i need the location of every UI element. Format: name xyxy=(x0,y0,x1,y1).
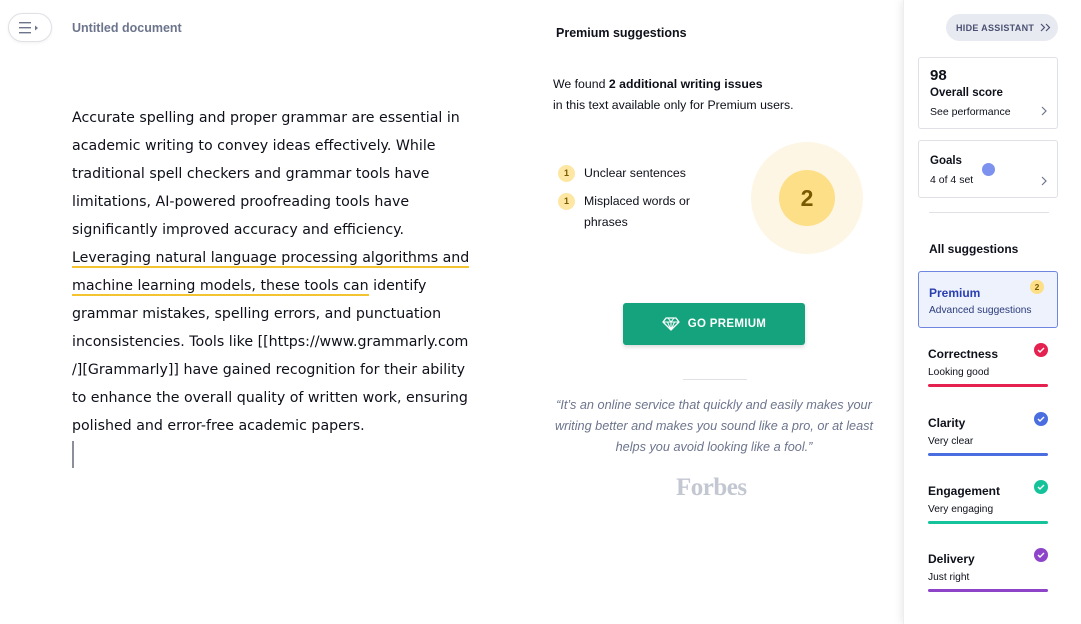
category-delivery[interactable]: Delivery Just right xyxy=(928,545,1048,595)
issue-label: Unclear sentences xyxy=(584,166,686,180)
all-suggestions-tab[interactable]: All suggestions xyxy=(929,242,1018,256)
issue-count-badge: 1 xyxy=(558,193,575,210)
hide-assistant-button[interactable]: HIDE ASSISTANT xyxy=(946,14,1058,41)
see-performance-link[interactable]: See performance xyxy=(930,106,1011,118)
checkmark-icon xyxy=(1034,343,1048,357)
category-correctness[interactable]: Correctness Looking good xyxy=(928,340,1048,390)
found-count: 2 additional writing issues xyxy=(608,77,763,91)
issue-label: Misplaced words or phrases xyxy=(584,194,690,229)
body-text-after: identify grammar mistakes, spelling erro… xyxy=(72,278,469,434)
category-status: Very engaging xyxy=(928,504,994,515)
issue-item: 1 Misplaced words or phrases xyxy=(558,191,718,233)
category-status: Looking good xyxy=(928,367,990,378)
premium-category-card[interactable]: Premium Advanced suggestions 2 xyxy=(918,271,1058,328)
category-progress-bar xyxy=(928,589,1048,592)
premium-count-badge: 2 xyxy=(1030,280,1044,294)
checkmark-icon xyxy=(1034,480,1048,494)
diamond-icon xyxy=(662,317,680,331)
goals-label: Goals xyxy=(930,155,962,167)
category-clarity[interactable]: Clarity Very clear xyxy=(928,409,1048,459)
category-name: Engagement xyxy=(928,484,1001,498)
premium-total-count: 2 xyxy=(779,170,835,226)
premium-total-circle: 2 xyxy=(751,142,863,254)
testimonial-quote: “It’s an online service that quickly and… xyxy=(554,398,874,454)
category-status: Just right xyxy=(928,572,970,583)
checkmark-icon xyxy=(1034,548,1048,562)
text-cursor xyxy=(72,441,74,468)
premium-suggestions-heading: Premium suggestions xyxy=(556,26,687,40)
goals-card[interactable]: Goals 4 of 4 set xyxy=(918,140,1058,198)
overall-score-label: Overall score xyxy=(930,87,1003,99)
sidebar-divider xyxy=(929,212,1049,213)
category-progress-bar xyxy=(928,453,1048,456)
hide-assistant-label: HIDE ASSISTANT xyxy=(956,22,1035,33)
overall-score-value: 98 xyxy=(930,67,947,84)
category-status: Very clear xyxy=(928,436,974,447)
chevron-right-icon xyxy=(1041,176,1047,186)
category-name: Delivery xyxy=(928,552,975,566)
highlighted-suggestion-line-1[interactable]: Leveraging natural language processing a… xyxy=(72,250,470,268)
forbes-logo: Forbes xyxy=(676,474,747,501)
issue-item: 1 Unclear sentences xyxy=(558,163,686,184)
premium-category-title: Premium xyxy=(929,286,981,300)
divider xyxy=(683,379,747,380)
chevron-right-icon xyxy=(1041,106,1047,116)
document-title[interactable]: Untitled document xyxy=(72,21,182,35)
found-pre: We found xyxy=(553,77,609,91)
go-premium-label: GO PREMIUM xyxy=(687,318,767,330)
double-chevron-right-icon xyxy=(1040,23,1051,32)
category-engagement[interactable]: Engagement Very engaging xyxy=(928,477,1048,527)
document-body[interactable]: Accurate spelling and proper grammar are… xyxy=(72,104,482,440)
menu-button[interactable] xyxy=(8,13,52,42)
overall-score-card[interactable]: 98 Overall score See performance xyxy=(918,57,1058,129)
checkmark-icon xyxy=(1034,412,1048,426)
goals-status: 4 of 4 set xyxy=(930,174,974,186)
category-progress-bar xyxy=(928,384,1048,387)
premium-category-subtitle: Advanced suggestions xyxy=(929,305,1032,316)
category-name: Correctness xyxy=(928,347,999,361)
category-name: Clarity xyxy=(928,416,966,430)
goals-indicator-dot xyxy=(982,163,995,176)
found-post: in this text available only for Premium … xyxy=(553,98,794,112)
hamburger-menu-icon xyxy=(19,21,38,33)
category-progress-bar xyxy=(928,521,1048,524)
body-text-before: Accurate spelling and proper grammar are… xyxy=(72,110,460,238)
assistant-sidebar: HIDE ASSISTANT 98 Overall score See perf… xyxy=(903,0,1081,624)
issue-count-badge: 1 xyxy=(558,165,575,182)
highlighted-suggestion-line-2[interactable]: machine learning models, these tools can xyxy=(72,278,369,296)
go-premium-button[interactable]: GO PREMIUM xyxy=(623,303,805,345)
found-issues-text: We found 2 additional writing issues in … xyxy=(553,74,794,116)
